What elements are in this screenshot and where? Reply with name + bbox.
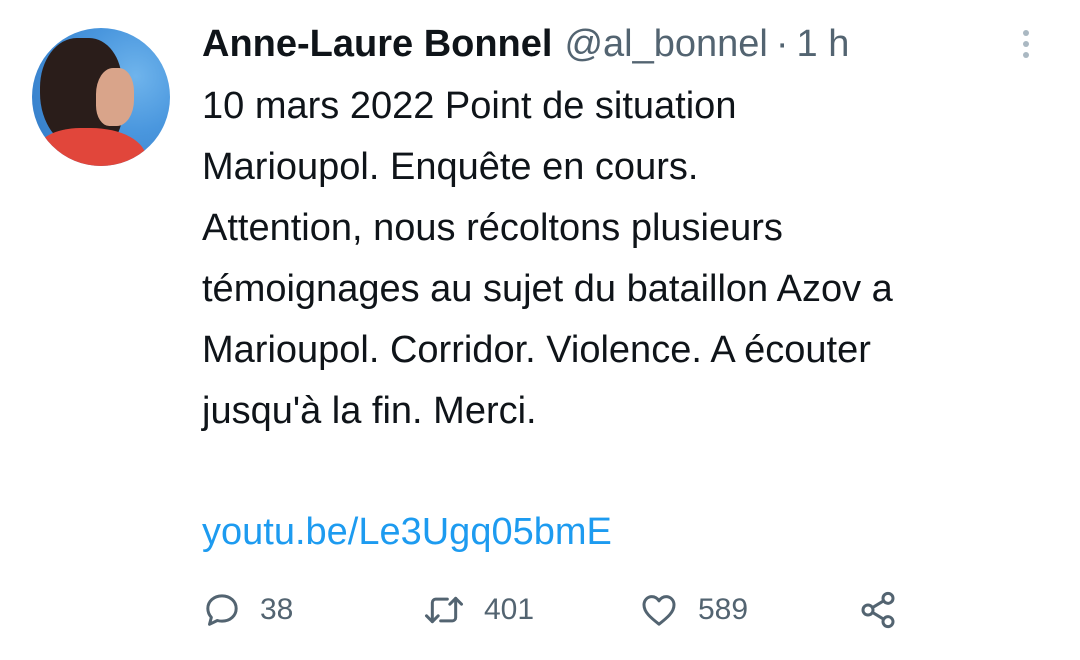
avatar[interactable]	[32, 28, 170, 166]
retweet-icon	[425, 596, 463, 624]
tweet-header: Anne-Laure Bonnel @al_bonnel · 1 h	[202, 20, 849, 68]
avatar-face	[96, 68, 134, 126]
heart-icon	[642, 595, 676, 626]
more-vertical-icon[interactable]	[1016, 30, 1036, 66]
retweet-button[interactable]: 401	[422, 586, 534, 634]
reply-count: 38	[260, 593, 294, 626]
tweet-card[interactable]: Anne-Laure Bonnel @al_bonnel · 1 h 10 mars …	[0, 0, 1080, 660]
header-separator: ·	[775, 23, 789, 65]
reply-button[interactable]: 38	[202, 586, 293, 634]
tweet-actions: 38 401 589	[202, 586, 942, 634]
author-name[interactable]: Anne-Laure Bonnel	[202, 23, 552, 65]
author-handle[interactable]: @al_bonnel	[564, 23, 767, 65]
like-button[interactable]: 589	[638, 586, 748, 634]
tweet-text: 10 mars 2022 Point de situation Marioupo…	[202, 85, 893, 432]
tweet-timestamp[interactable]: 1 h	[797, 23, 850, 65]
tweet-link[interactable]: youtu.be/Le3Ugq05bmE	[202, 504, 612, 560]
share-icon	[861, 591, 895, 629]
avatar-shirt	[36, 128, 146, 166]
reply-icon	[206, 594, 238, 626]
like-count: 589	[698, 593, 749, 626]
share-button[interactable]	[858, 586, 898, 634]
retweet-count: 401	[484, 593, 535, 626]
